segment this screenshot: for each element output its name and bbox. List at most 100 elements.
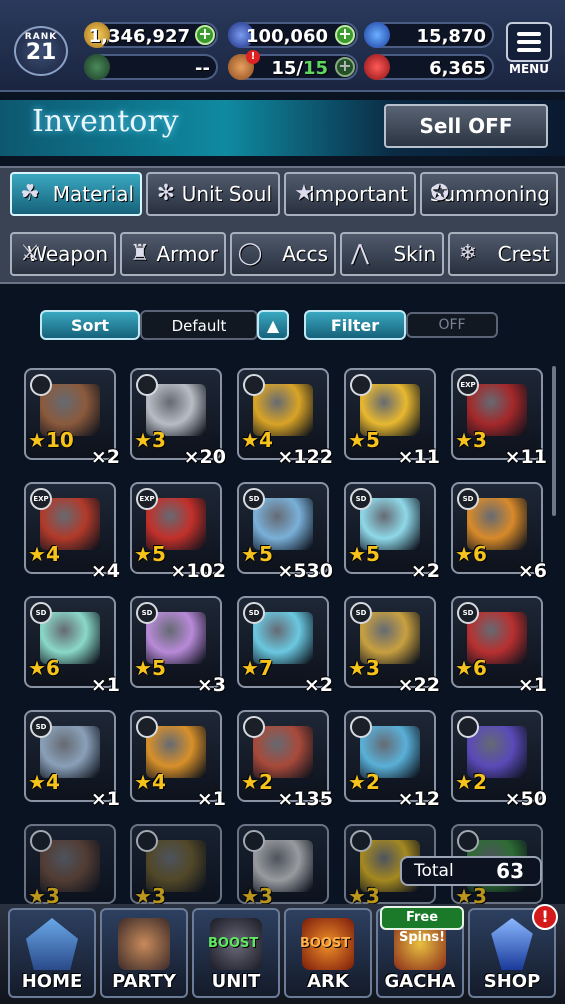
blue-orb-icon	[364, 22, 390, 48]
tab-material[interactable]: ☘ Material	[10, 172, 142, 216]
item-slot[interactable]: SD ★5 ×2	[344, 482, 440, 582]
add-stamina-button[interactable]: +	[335, 57, 355, 77]
item-type-badge-icon	[350, 374, 372, 396]
rarity-star-icon: ★	[348, 428, 366, 452]
sword-icon: ⚔	[20, 241, 40, 266]
item-count: ×20	[183, 446, 226, 468]
item-rarity-value: 7	[258, 656, 273, 680]
item-rarity: ★5	[348, 428, 380, 452]
item-slot[interactable]: ★10 ×2	[24, 368, 120, 468]
nav-shop-label: SHOP	[483, 971, 541, 992]
item-rarity-value: 2	[472, 770, 487, 794]
stamina-counter[interactable]: ! 15/15 +	[228, 50, 358, 80]
item-rarity: ★10	[28, 428, 74, 452]
nav-gacha[interactable]: Free Spins! GACHA	[376, 906, 464, 998]
item-slot[interactable]: ★2 ×12	[344, 710, 440, 810]
friend-point-icon	[84, 54, 110, 80]
item-slot[interactable]: SD ★6 ×1	[451, 596, 547, 696]
lapis-counter[interactable]: 100,060 +	[228, 22, 358, 48]
item-rarity: ★2	[348, 770, 380, 794]
item-count: ×11	[397, 446, 440, 468]
sort-value[interactable]: Default	[140, 310, 258, 340]
item-type-badge-icon	[243, 830, 265, 852]
rarity-star-icon: ★	[134, 770, 152, 794]
item-slot[interactable]: ★4 ×1	[130, 710, 226, 810]
item-rarity: ★5	[241, 542, 273, 566]
nav-party[interactable]: PARTY	[100, 908, 188, 998]
add-lapis-button[interactable]: +	[335, 25, 355, 45]
item-slot[interactable]: ★4 ×122	[237, 368, 333, 468]
item-rarity-value: 5	[151, 656, 166, 680]
item-rarity: ★4	[241, 428, 273, 452]
scrollbar[interactable]	[552, 366, 556, 516]
item-slot[interactable]: SD ★4 ×1	[24, 710, 120, 810]
nav-gacha-label: GACHA	[384, 971, 456, 992]
add-gil-button[interactable]: +	[195, 25, 215, 45]
item-slot[interactable]: ★3×12	[237, 824, 333, 924]
nav-shop[interactable]: ! SHOP	[468, 904, 558, 998]
item-rarity: ★3	[348, 656, 380, 680]
item-rarity: ★6	[28, 656, 60, 680]
tab-armor[interactable]: ♜ Armor	[120, 232, 226, 276]
item-type-badge-icon: EXP	[30, 488, 52, 510]
item-slot[interactable]: ★5 ×11	[344, 368, 440, 468]
rarity-star-icon: ★	[455, 428, 473, 452]
item-type-badge-icon	[136, 716, 158, 738]
gil-counter[interactable]: 1,346,927 +	[84, 22, 218, 48]
item-rarity: ★3	[455, 428, 487, 452]
item-count: ×12	[397, 788, 440, 810]
item-slot[interactable]: ★3	[130, 824, 222, 908]
rank-badge[interactable]: RANK 21	[14, 26, 68, 76]
crest-icon: ❄	[458, 241, 478, 266]
item-slot[interactable]: SD ★5 ×530	[237, 482, 333, 582]
tab-summoning[interactable]: ✪ Summoning	[420, 172, 558, 216]
tab-weapon[interactable]: ⚔ Weapon	[10, 232, 116, 276]
sell-toggle-button[interactable]: Sell OFF	[384, 104, 548, 148]
tab-important[interactable]: ★ Important	[284, 172, 416, 216]
item-slot[interactable]: ★2 ×135	[237, 710, 333, 810]
rarity-star-icon: ★	[348, 656, 366, 680]
ring-icon: ◯	[237, 241, 263, 266]
item-slot[interactable]: SD ★5 ×3	[130, 596, 226, 696]
tab-crest[interactable]: ❄ Crest	[448, 232, 558, 276]
hamburger-icon	[517, 32, 541, 36]
red-currency-counter[interactable]: 6,365	[364, 54, 494, 80]
item-slot[interactable]: EXP ★5 ×102	[130, 482, 226, 582]
tab-skin[interactable]: ⋀ Skin	[340, 232, 444, 276]
item-rarity: ★4	[28, 770, 60, 794]
filter-label[interactable]: Filter	[304, 310, 406, 340]
item-slot[interactable]: ★3 ×20	[130, 368, 226, 468]
item-slot[interactable]: SD ★7 ×2	[237, 596, 333, 696]
item-slot[interactable]: SD ★6 ×6	[451, 482, 547, 582]
blue-currency-counter[interactable]: 15,870	[364, 22, 494, 48]
nav-unit[interactable]: BOOST UNIT	[192, 908, 280, 998]
friend-points-counter[interactable]: --	[84, 54, 218, 80]
item-slot[interactable]: ★2 ×50	[451, 710, 547, 810]
item-slot[interactable]: EXP ★4 ×4	[24, 482, 120, 582]
menu-label: MENU	[509, 62, 549, 76]
nav-ark[interactable]: BOOST ARK	[284, 908, 372, 998]
filter-value[interactable]: OFF	[406, 312, 498, 338]
item-count: ×2	[303, 674, 333, 696]
armor-icon: ♜	[130, 241, 150, 266]
summon-crest-icon: ✪	[430, 181, 450, 206]
rarity-star-icon: ★	[241, 656, 259, 680]
nav-home[interactable]: HOME	[8, 908, 96, 998]
menu-button[interactable]	[506, 22, 552, 62]
tab-accs[interactable]: ◯ Accs	[230, 232, 336, 276]
total-box: Total 63	[400, 856, 542, 886]
rarity-star-icon: ★	[348, 542, 366, 566]
item-type-badge-icon	[350, 716, 372, 738]
sort-direction-button[interactable]: ▲	[257, 310, 289, 340]
sort-label[interactable]: Sort	[40, 310, 140, 340]
red-orb-icon	[364, 54, 390, 80]
item-slot[interactable]: SD ★6 ×1	[24, 596, 120, 696]
item-count: ×4	[90, 560, 120, 582]
item-slot[interactable]: SD ★3 ×22	[344, 596, 440, 696]
item-slot[interactable]: EXP ★3 ×11	[451, 368, 547, 468]
item-rarity-value: 3	[151, 428, 166, 452]
item-count: ×2	[90, 446, 120, 468]
tab-unit-soul[interactable]: ✻ Unit Soul	[146, 172, 280, 216]
item-type-badge-icon: EXP	[136, 488, 158, 510]
item-slot[interactable]: ★3×160	[24, 824, 120, 924]
